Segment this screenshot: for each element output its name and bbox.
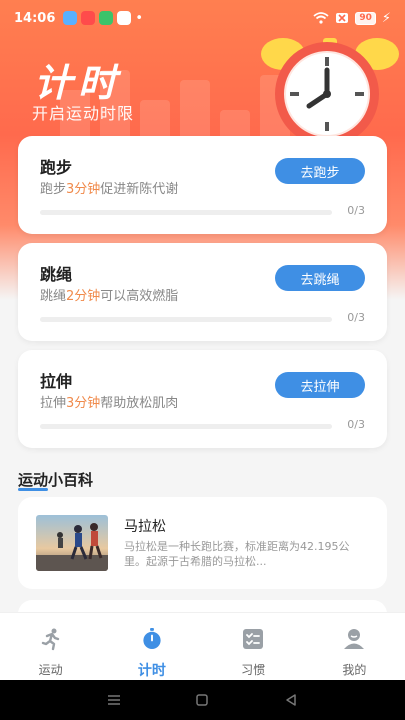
page-subtitle: 开启运动时限: [32, 104, 135, 123]
tab-profile[interactable]: 我的: [304, 613, 405, 680]
card-title: 跑步: [40, 158, 73, 177]
charging-icon: ⚡: [381, 10, 391, 26]
stopwatch-icon: [143, 627, 161, 650]
tab-label: 我的: [342, 663, 367, 677]
exercise-card-running: 跑步 跑步3分钟促进新陈代谢 去跑步 0/3: [18, 136, 387, 234]
card-title: 跳绳: [40, 265, 73, 284]
section-underline: [18, 488, 48, 491]
tab-label: 运动: [38, 663, 63, 677]
status-time: 14:06: [14, 10, 56, 26]
exercise-card-jump-rope: 跳绳 跳绳2分钟可以高效燃脂 去跳绳 0/3: [18, 243, 387, 341]
progress-track: [40, 424, 332, 429]
tab-label: 习惯: [241, 663, 266, 677]
home-icon[interactable]: [195, 693, 209, 707]
no-sim-icon: [336, 13, 349, 23]
go-jump-rope-button[interactable]: 去跳绳: [275, 265, 365, 291]
card-title: 拉伸: [40, 372, 73, 391]
running-icon: [41, 628, 59, 651]
profile-icon: [344, 629, 365, 649]
go-running-button[interactable]: 去跑步: [275, 158, 365, 184]
battery-icon: 90: [355, 11, 376, 25]
go-stretching-button[interactable]: 去拉伸: [275, 372, 365, 398]
progress-count: 0/3: [347, 418, 365, 431]
wifi-icon: [313, 12, 329, 24]
progress-count: 0/3: [347, 204, 365, 217]
app-notification-icon: [63, 11, 78, 25]
card-description: 跑步3分钟促进新陈代谢: [40, 182, 179, 197]
progress-track: [40, 317, 332, 322]
marathon-image: [36, 515, 108, 571]
status-right: 90 ⚡: [313, 11, 391, 26]
article-excerpt: 马拉松是一种长跑比赛，标准距离为42.195公里。起源于古希腊的马拉松...: [124, 540, 350, 568]
notification-icons: •: [63, 11, 143, 26]
alarm-clock-icon: [261, 38, 399, 146]
article-title: 马拉松: [124, 519, 166, 535]
more-dot-icon: •: [135, 10, 144, 26]
tab-habits[interactable]: 习惯: [203, 613, 304, 680]
menu-icon[interactable]: [107, 694, 121, 706]
card-description: 跳绳2分钟可以高效燃脂: [40, 289, 179, 304]
article-card[interactable]: 马拉松 马拉松是一种长跑比赛，标准距离为42.195公里。起源于古希腊的马拉松.…: [18, 497, 387, 589]
card-description: 拉伸3分钟帮助放松肌肉: [40, 396, 179, 411]
weibo-app-icon: [117, 11, 132, 25]
back-icon[interactable]: [284, 693, 298, 707]
tab-timer[interactable]: 计时: [101, 613, 202, 680]
tab-label: 计时: [137, 663, 166, 679]
section-title: 运动小百科: [18, 471, 94, 489]
video-app-icon: [81, 11, 96, 25]
progress-track: [40, 210, 332, 215]
progress-count: 0/3: [347, 311, 365, 324]
tab-sports[interactable]: 运动: [0, 613, 101, 680]
exercise-card-stretching: 拉伸 拉伸3分钟帮助放松肌肉 去拉伸 0/3: [18, 350, 387, 448]
system-navigation-bar: [0, 680, 405, 720]
page-title: 计时: [34, 61, 123, 105]
checklist-icon: [243, 629, 264, 649]
bottom-tab-bar: 运动 计时 习惯 我的: [0, 612, 405, 680]
shield-app-icon: [99, 11, 114, 25]
